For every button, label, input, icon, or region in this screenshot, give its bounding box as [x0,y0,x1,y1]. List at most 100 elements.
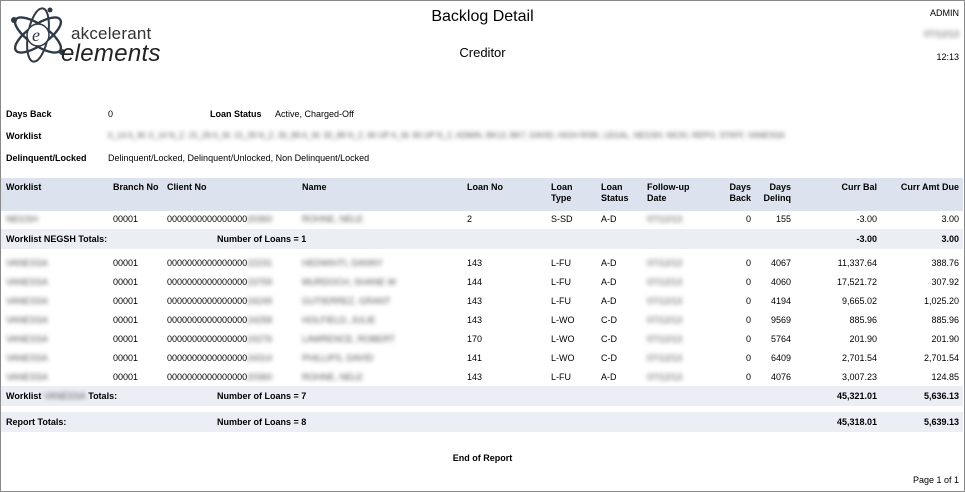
cell-days-back: 0 [745,334,751,344]
cell-branch: 00001 [113,353,139,363]
cell-loan-no: 144 [467,277,483,287]
cell-worklist: VANESSA [6,353,48,363]
cell-loan-status: A-D [601,372,617,382]
cell-curr-due: 2,701.54 [923,353,959,363]
report-time: 12:13 [936,52,959,62]
cell-followup: 07/12/13 [647,372,683,382]
cell-worklist: VANESSA [6,258,48,268]
delinquent-label: Delinquent/Locked [6,153,87,163]
total-curr-due: 3.00 [941,234,959,244]
days-back-value: 0 [108,109,114,119]
cell-days-back: 0 [745,214,751,224]
col-loan-type: Loan Type [551,182,573,203]
cell-days-delinq: 5764 [770,334,791,344]
worklist-label: Worklist [6,131,42,141]
cell-curr-bal: 17,521.72 [836,277,877,287]
cell-followup: 07/12/13 [647,315,683,325]
page-indicator: Page 1 of 1 [912,475,959,485]
cell-curr-due: 885.96 [931,315,959,325]
cell-branch: 00001 [113,315,139,325]
col-name: Name [302,182,327,192]
col-loan-status: Loan Status [601,182,629,203]
loan-status-value: Active, Charged-Off [275,109,354,119]
total-curr-due: 5,639.13 [923,417,959,427]
cell-loan-type: L-WO [551,353,575,363]
cell-name: HOLFIELD, JULIE [302,315,376,325]
cell-days-back: 0 [745,315,751,325]
cell-curr-bal: 3,007.23 [841,372,877,382]
cell-worklist: VANESSA [6,277,48,287]
cell-client: 000000000000000024314 [167,353,273,363]
cell-days-back: 0 [745,353,751,363]
cell-name: ROHNE, NELE [302,214,364,224]
table-row: VANESSA 00001 000000000000000024249 GUTIERR… [1,291,963,311]
col-days-delinq: Days Delinq [763,182,791,203]
delinquent-value: Delinquent/Locked, Delinquent/Unlocked, … [108,153,370,163]
total-label: Worklist VANESSA Totals: [6,391,118,401]
loan-status-label: Loan Status [210,109,262,119]
col-curr-amt-due: Curr Amt Due [900,182,959,192]
end-of-report: End of Report [452,453,513,463]
total-curr-bal: -3.00 [856,234,877,244]
cell-followup: 07/12/13 [647,334,683,344]
user-name: ADMIN [930,8,959,18]
cell-loan-status: A-D [601,277,617,287]
cell-branch: 00001 [113,296,139,306]
cell-client: 000000000000000024258 [167,315,273,325]
cell-name: ROHNE, NELE [302,372,364,382]
cell-worklist: VANESSA [6,296,48,306]
cell-branch: 00001 [113,277,139,287]
cell-worklist: VANESSA [6,372,48,382]
cell-loan-no: 143 [467,258,483,268]
cell-branch: 00001 [113,214,139,224]
cell-client: 000000000000000024276 [167,334,273,344]
days-back-label: Days Back [6,109,52,119]
cell-worklist: VANESSA [6,315,48,325]
cell-curr-bal: 201.90 [849,334,877,344]
cell-followup: 07/12/13 [647,258,683,268]
cell-days-delinq: 4194 [770,296,791,306]
total-loan-count: Number of Loans = 1 [217,234,307,244]
cell-days-delinq: 4067 [770,258,791,268]
cell-loan-status: A-D [601,258,617,268]
cell-days-back: 0 [745,277,751,287]
cell-branch: 00001 [113,334,139,344]
table-row: VANESSA 00001 000000000000000024276 LAWRENC… [1,329,963,349]
cell-loan-no: 141 [467,353,483,363]
cell-branch: 00001 [113,372,139,382]
cell-loan-type: L-WO [551,315,575,325]
cell-days-back: 0 [745,258,751,268]
cell-days-back: 0 [745,372,751,382]
cell-curr-due: 307.92 [931,277,959,287]
cell-curr-due: 1,025.20 [923,296,959,306]
cell-loan-no: 170 [467,334,483,344]
total-label: Report Totals: [6,417,67,427]
cell-days-delinq: 9569 [770,315,791,325]
svg-text:e: e [32,25,40,45]
total-curr-bal: 45,318.01 [836,417,877,427]
cell-curr-due: 3.00 [941,214,959,224]
cell-days-delinq: 6409 [770,353,791,363]
total-label: Worklist NEGSH Totals: [6,234,108,244]
worklist-value: 0_14 A_W, 0_14 N_Z, 15_29 A_W, 15_29 N_Z… [108,131,785,140]
cell-name: MURDOCH, SHANE W [302,277,396,287]
table-row: VANESSA 00001 000000000000000020360 ROHNE, … [1,367,963,387]
total-loan-count: Number of Loans = 8 [217,417,307,427]
cell-days-delinq: 4076 [770,372,791,382]
cell-loan-type: L-FU [551,277,571,287]
cell-days-delinq: 155 [775,214,791,224]
cell-loan-type: L-WO [551,334,575,344]
col-days-back: Days Back [729,182,751,203]
cell-curr-bal: 9,665.02 [841,296,877,306]
table-row: VANESSA 00001 000000000000000024314 PHILLIP… [1,348,963,368]
cell-loan-status: C-D [601,334,617,344]
cell-curr-bal: -3.00 [856,214,877,224]
cell-curr-due: 201.90 [931,334,959,344]
cell-days-back: 0 [745,296,751,306]
cell-followup: 07/12/13 [647,353,683,363]
cell-loan-type: L-FU [551,258,571,268]
cell-followup: 07/12/13 [647,277,683,287]
cell-loan-type: S-SD [551,214,573,224]
col-loan-no: Loan No [467,182,503,192]
col-worklist: Worklist [6,182,42,192]
